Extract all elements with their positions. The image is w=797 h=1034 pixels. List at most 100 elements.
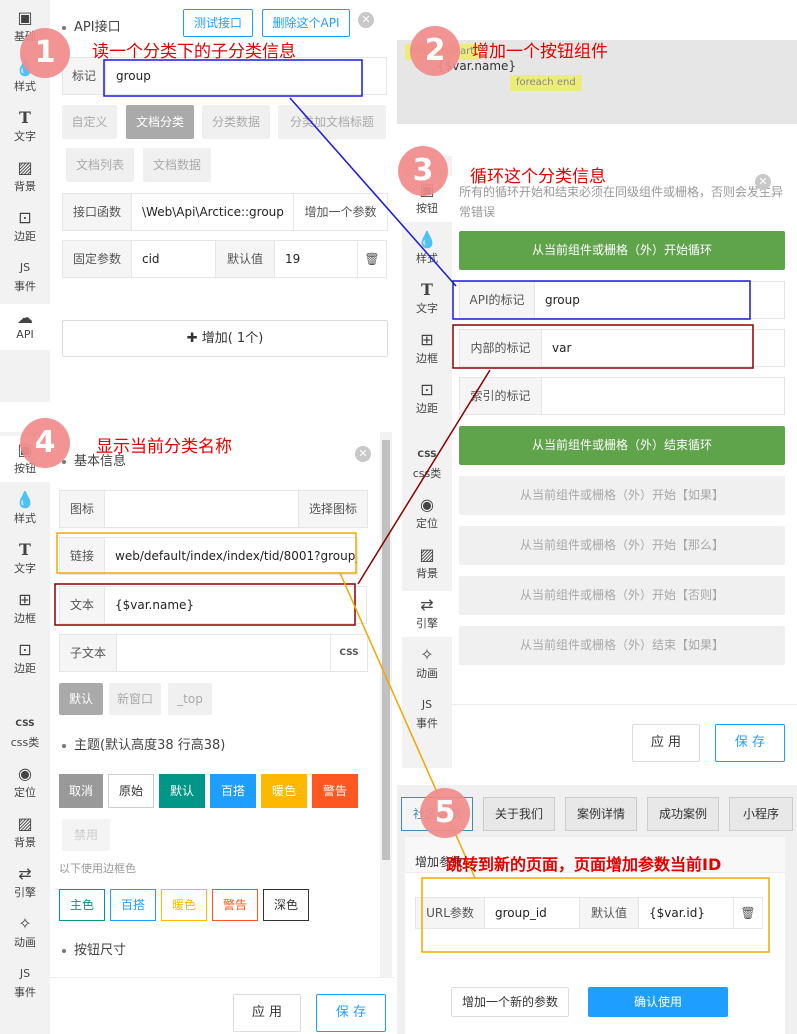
layout-icon: ▣ — [17, 8, 33, 27]
css-icon[interactable]: CSS — [330, 634, 368, 672]
button-panel-sidebar: ▣按钮 💧样式 T文字 ⊞边框 ⊡边距 CSScss类 ◉定位 ▨背景 ⇄引擎 … — [0, 432, 50, 1034]
sidebar-label: 样式 — [14, 80, 36, 93]
theme-default[interactable]: 默认 — [159, 774, 205, 808]
delete-api-button[interactable]: 删除这个API — [262, 9, 350, 37]
sidebar-item-style[interactable]: 💧 样式 — [0, 486, 50, 532]
if-start-button[interactable]: 从当前组件或栅格（外）开始【如果】 — [459, 476, 785, 515]
target-new-window[interactable]: 新窗口 — [109, 683, 161, 715]
engine-icon: ⇄ — [18, 864, 32, 883]
sidebar-item-position[interactable]: ◉ 定位 — [402, 491, 452, 537]
js-icon: JS — [19, 967, 31, 980]
close-icon[interactable]: ✕ — [358, 12, 374, 28]
loop-end-button[interactable]: 从当前组件或栅格（外）结束循环 — [459, 426, 785, 465]
sidebar-item-border[interactable]: ⊞ 边框 — [402, 326, 452, 372]
tab-category-title[interactable]: 分类加文档标题 — [278, 105, 386, 139]
trash-icon[interactable]: 🗑 — [357, 240, 387, 278]
margin-icon: ⊡ — [420, 380, 434, 399]
css-icon: CSS — [417, 450, 437, 460]
then-start-button[interactable]: 从当前组件或栅格（外）开始【那么】 — [459, 526, 785, 565]
link-input[interactable]: web/default/index/index/tid/8001?group_i… — [104, 537, 358, 575]
choose-icon-button[interactable]: 选择图标 — [298, 490, 368, 528]
nav-tab-cases[interactable]: 成功案例 — [647, 797, 719, 831]
close-icon[interactable]: ✕ — [355, 446, 371, 462]
api-section-title: API接口 — [62, 16, 121, 35]
outline-primary[interactable]: 主色 — [59, 889, 105, 921]
sidebar-label: 动画 — [14, 936, 36, 949]
sidebar-item-animation[interactable]: ✧ 动画 — [0, 910, 50, 956]
api-tag-input[interactable]: group — [534, 281, 785, 319]
scrollbar[interactable] — [380, 432, 392, 977]
theme-danger[interactable]: 警告 — [312, 774, 358, 808]
sidebar-item-engine[interactable]: ⇄ 引擎 — [402, 591, 452, 637]
outline-dark[interactable]: 深色 — [263, 889, 309, 921]
subtext-input[interactable] — [116, 634, 331, 672]
outline-warm[interactable]: 暖色 — [161, 889, 207, 921]
icon-input[interactable] — [104, 490, 299, 528]
sidebar-item-background[interactable]: ▨ 背景 — [0, 154, 50, 200]
apply-button[interactable]: 应 用 — [233, 994, 301, 1032]
sidebar-item-animation[interactable]: ✧ 动画 — [402, 641, 452, 687]
sidebar-item-text[interactable]: T 文字 — [0, 104, 50, 150]
fixed-param-input[interactable]: cid — [131, 240, 216, 278]
theme-cancel[interactable]: 取消 — [59, 774, 103, 808]
outline-normal[interactable]: 百搭 — [110, 889, 156, 921]
add-new-param-button[interactable]: 增加一个新的参数 — [451, 987, 569, 1017]
tag-input[interactable]: group — [105, 57, 387, 95]
target-top[interactable]: _top — [168, 683, 212, 715]
sidebar-item-css[interactable]: CSS css类 — [402, 441, 452, 487]
sidebar-item-margin[interactable]: ⊡ 边距 — [0, 636, 50, 682]
sidebar-item-text[interactable]: T 文字 — [0, 536, 50, 582]
func-input[interactable]: \Web\Api\Arctice::group — [131, 193, 294, 231]
tab-doc-data[interactable]: 文档数据 — [143, 148, 211, 182]
tab-doc-list[interactable]: 文档列表 — [66, 148, 134, 182]
sidebar-item-engine[interactable]: ⇄ 引擎 — [0, 860, 50, 906]
theme-normal[interactable]: 百搭 — [210, 774, 256, 808]
tab-category-data[interactable]: 分类数据 — [202, 105, 270, 139]
outline-danger[interactable]: 警告 — [212, 889, 258, 921]
theme-disabled[interactable]: 禁用 — [62, 819, 110, 851]
sidebar-item-background[interactable]: ▨ 背景 — [0, 810, 50, 856]
default-input[interactable]: 19 — [274, 240, 358, 278]
param-default-input[interactable]: {$var.id} — [638, 897, 734, 929]
close-icon[interactable]: ✕ — [755, 174, 771, 190]
sidebar-item-style[interactable]: 💧 样式 — [402, 226, 452, 272]
confirm-button[interactable]: 确认使用 — [588, 987, 728, 1017]
sidebar-label: 动画 — [416, 667, 438, 680]
nav-tab-miniapp[interactable]: 小程序 — [729, 797, 793, 831]
sidebar-item-css[interactable]: CSS css类 — [0, 710, 50, 756]
else-start-button[interactable]: 从当前组件或栅格（外）开始【否则】 — [459, 576, 785, 615]
text-input[interactable]: {$var.name} — [104, 586, 367, 624]
save-button[interactable]: 保 存 — [316, 994, 386, 1032]
add-api-button[interactable]: ✚ 增加( 1个) — [62, 320, 388, 357]
drop-icon: 💧 — [417, 230, 437, 249]
trash-icon[interactable]: 🗑 — [733, 897, 763, 929]
sidebar-item-border[interactable]: ⊞ 边框 — [0, 586, 50, 632]
sidebar-item-api[interactable]: ☁ API — [0, 304, 50, 350]
sidebar-item-background[interactable]: ▨ 背景 — [402, 541, 452, 587]
sidebar-item-position[interactable]: ◉ 定位 — [0, 760, 50, 806]
add-param-button[interactable]: 增加一个参数 — [293, 193, 388, 231]
if-end-button[interactable]: 从当前组件或栅格（外）结束【如果】 — [459, 626, 785, 665]
theme-warm[interactable]: 暖色 — [261, 774, 307, 808]
test-api-button[interactable]: 测试接口 — [183, 9, 253, 37]
save-button[interactable]: 保 存 — [715, 724, 785, 762]
nav-tab-case-detail[interactable]: 案例详情 — [565, 797, 637, 831]
sidebar-item-text[interactable]: T 文字 — [402, 276, 452, 322]
theme-original[interactable]: 原始 — [108, 774, 154, 808]
url-param-input[interactable]: group_id — [484, 897, 580, 929]
sidebar-item-event[interactable]: JS 事件 — [0, 254, 50, 300]
scrollbar-thumb[interactable] — [382, 440, 390, 860]
sidebar-item-event[interactable]: JS 事件 — [0, 960, 50, 1006]
target-default[interactable]: 默认 — [59, 683, 103, 715]
sidebar-item-margin[interactable]: ⊡ 边距 — [402, 376, 452, 422]
loop-start-button[interactable]: 从当前组件或栅格（外）开始循环 — [459, 231, 785, 270]
inner-tag-input[interactable]: var — [541, 329, 785, 367]
index-tag-input[interactable] — [541, 377, 785, 415]
nav-tab-about[interactable]: 关于我们 — [483, 797, 555, 831]
sidebar-label: 背景 — [14, 836, 36, 849]
tab-doc-category[interactable]: 文档分类 — [126, 105, 194, 139]
apply-button[interactable]: 应 用 — [632, 724, 700, 762]
tab-custom[interactable]: 自定义 — [62, 105, 117, 139]
sidebar-item-margin[interactable]: ⊡ 边距 — [0, 204, 50, 250]
sidebar-item-event[interactable]: JS 事件 — [402, 691, 452, 737]
